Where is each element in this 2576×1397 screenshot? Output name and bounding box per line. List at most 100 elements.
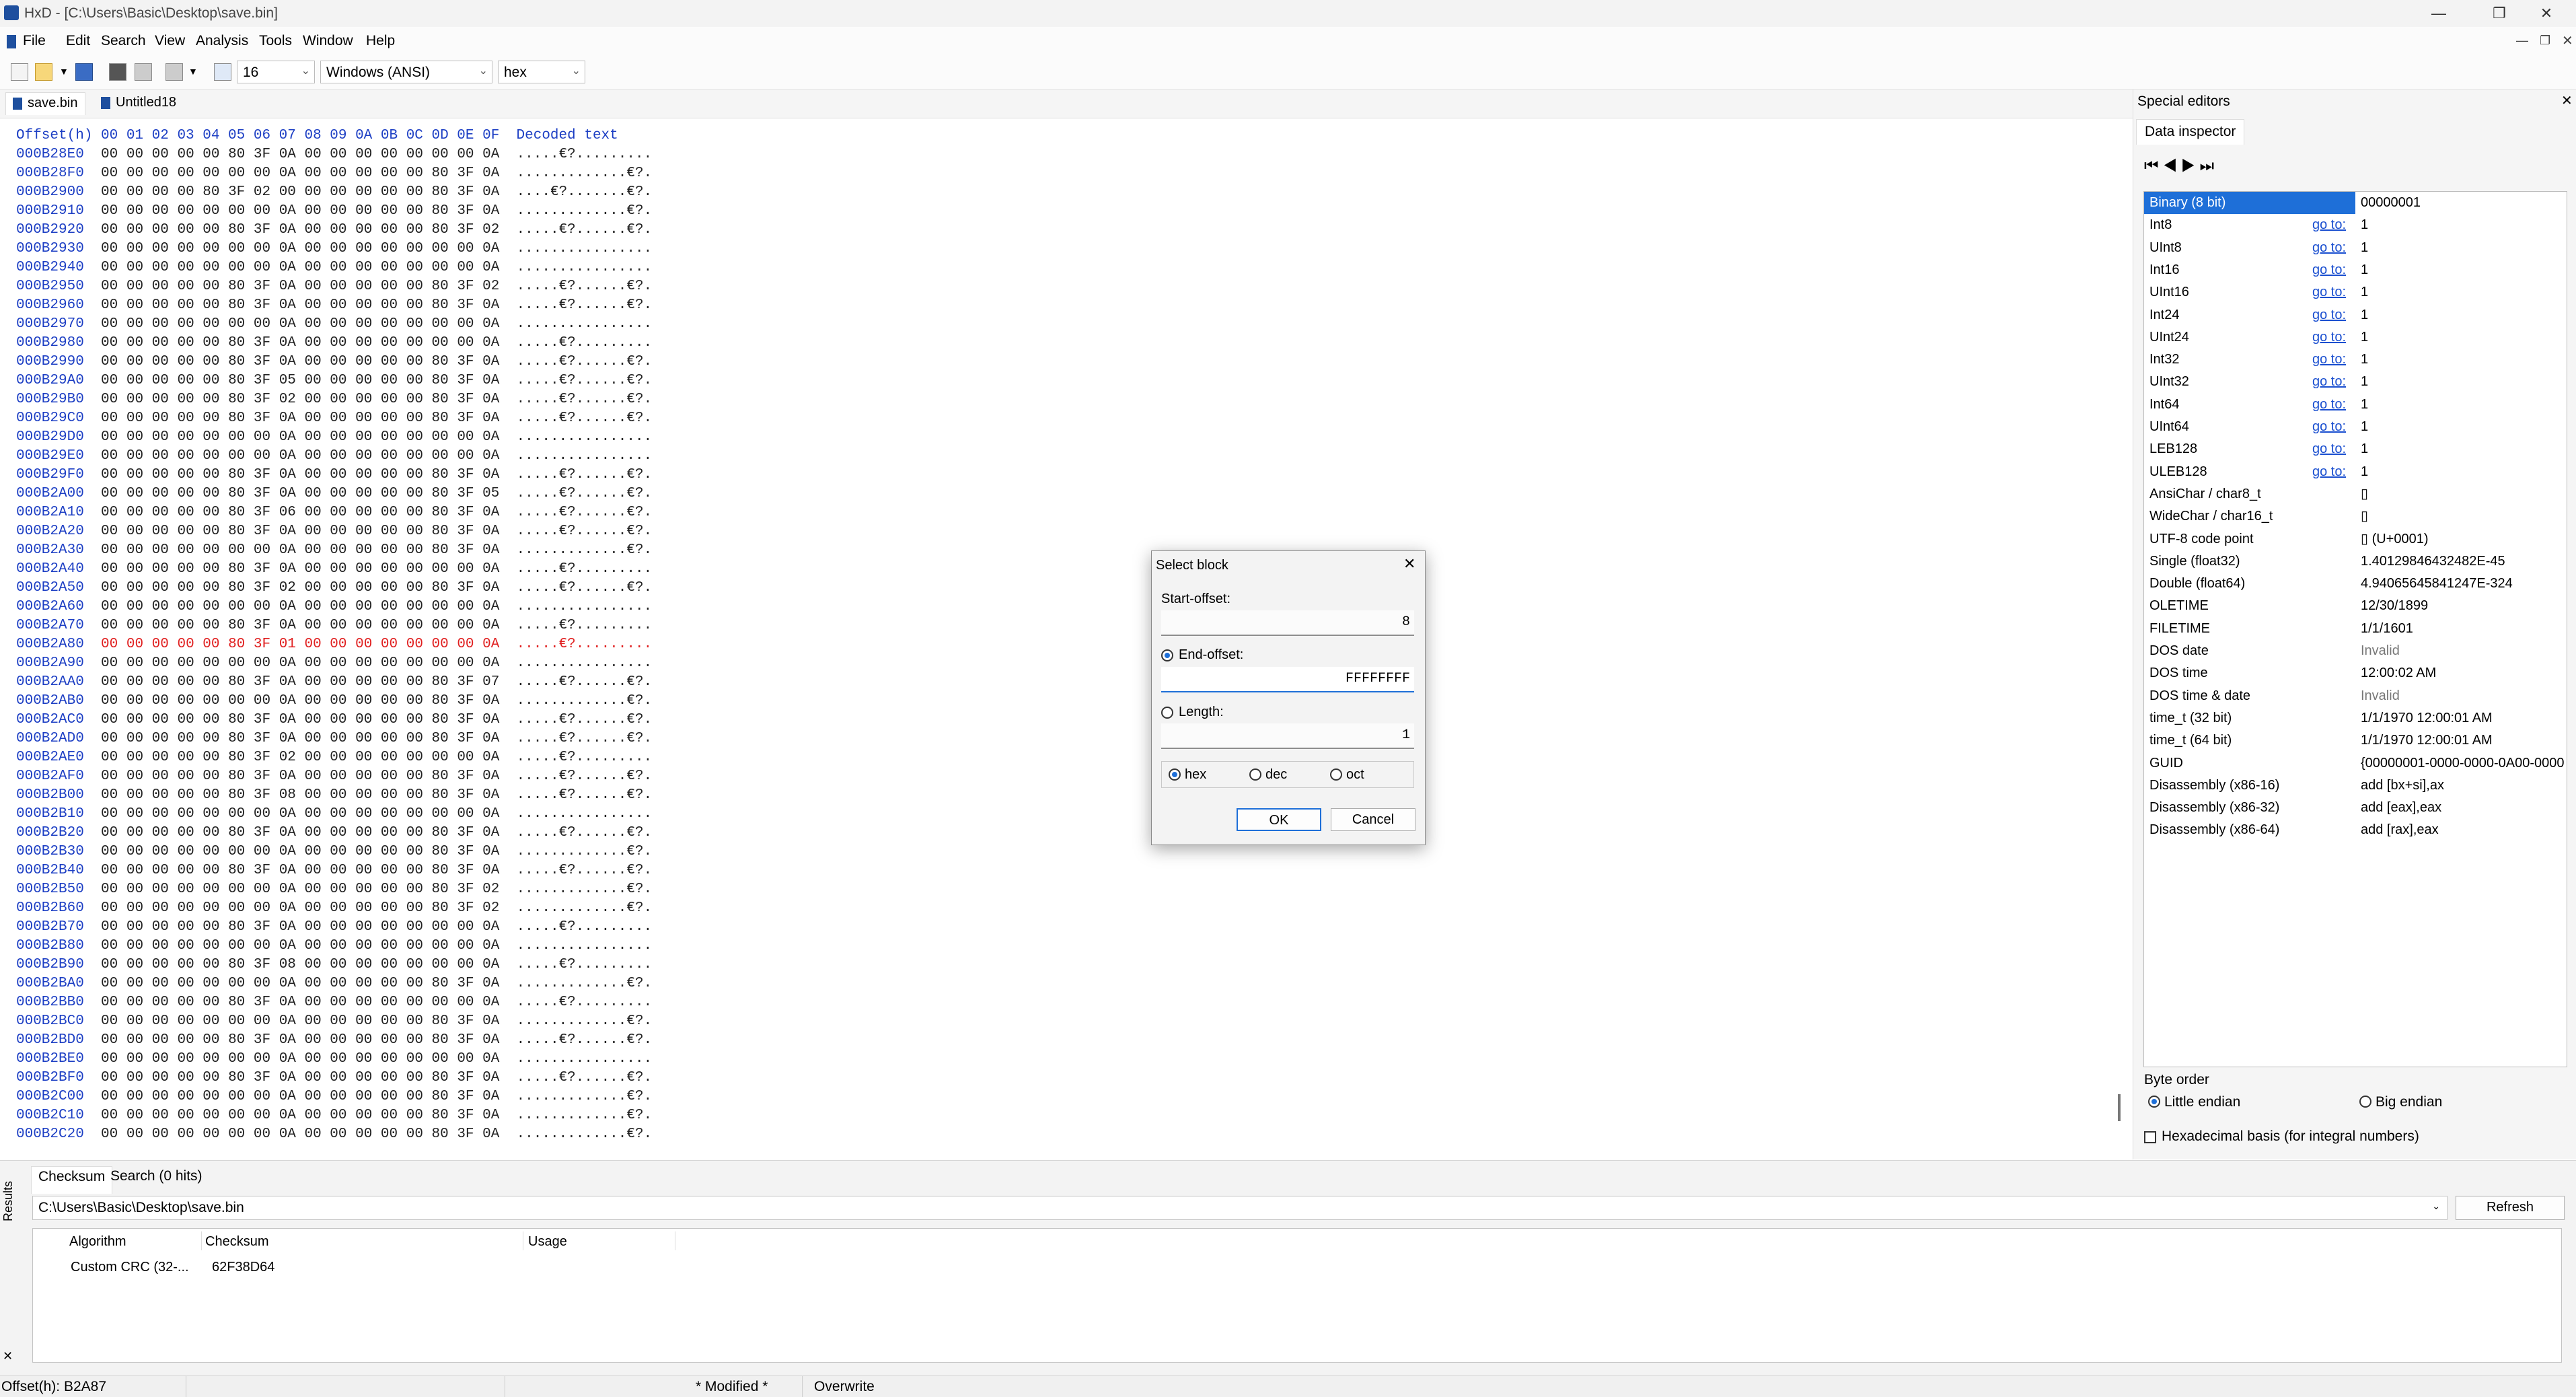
hex-row[interactable]: 000B29A0 00 00 00 00 00 80 3F 05 00 00 0… [16,371,652,390]
inspector-row[interactable]: UTF-8 code point ▯ (U+0001) [2144,528,2567,550]
close-results-icon[interactable]: ✕ [3,1349,13,1363]
inspector-row[interactable]: UInt32 go to: 1 [2144,371,2567,393]
row-bytes[interactable]: 00 00 00 00 00 00 00 0A 00 00 00 00 00 0… [101,806,499,822]
properties-icon[interactable] [165,63,183,81]
hex-row[interactable]: 000B2B90 00 00 00 00 00 80 3F 08 00 00 0… [16,956,652,974]
end-offset-radio[interactable] [1161,649,1173,661]
row-decoded-text[interactable]: .............€?. [517,203,653,219]
inspector-row[interactable]: UInt64 go to: 1 [2144,416,2567,438]
row-bytes[interactable]: 00 00 00 00 00 80 3F 0A 00 00 00 00 00 8… [101,1070,499,1085]
row-decoded-text[interactable]: ................ [517,448,653,464]
hex-row[interactable]: 000B2A50 00 00 00 00 00 80 3F 02 00 00 0… [16,579,652,598]
go-to-link[interactable]: go to: [2312,326,2346,349]
hex-row[interactable]: 000B2B10 00 00 00 00 00 00 00 0A 00 00 0… [16,805,652,824]
inspector-row[interactable]: DOS time 12:00:02 AM [2144,662,2567,684]
column-usage[interactable]: Usage [528,1234,567,1250]
inspector-value[interactable]: ▯ [2361,483,2368,505]
hex-row[interactable]: 000B2C20 00 00 00 00 00 00 00 0A 00 00 0… [16,1125,652,1144]
inspector-row[interactable]: time_t (64 bit) 1/1/1970 12:00:01 AM [2144,729,2567,752]
inspector-value[interactable]: 1 [2361,394,2368,416]
hex-row[interactable]: 000B29F0 00 00 00 00 00 80 3F 0A 00 00 0… [16,466,652,485]
hex-row[interactable]: 000B2A20 00 00 00 00 00 80 3F 0A 00 00 0… [16,522,652,541]
inspector-row[interactable]: GUID {00000001-0000-0000-0A00-0000 [2144,752,2567,775]
hex-row[interactable]: 000B2BC0 00 00 00 00 00 00 00 0A 00 00 0… [16,1012,652,1031]
inspector-value[interactable]: 1 [2361,281,2368,303]
row-decoded-text[interactable]: .............€?. [517,976,653,991]
row-bytes[interactable]: 00 00 00 00 00 80 3F 0A 00 00 00 00 00 8… [101,674,499,690]
row-decoded-text[interactable]: .....€?......€?. [517,467,653,482]
inspector-row[interactable]: FILETIME 1/1/1601 [2144,618,2567,640]
row-decoded-text[interactable]: ................ [517,260,653,275]
row-decoded-text[interactable]: ................ [517,1051,653,1067]
inspector-value[interactable]: 00000001 [2361,192,2421,214]
go-to-link[interactable]: go to: [2312,214,2346,236]
row-decoded-text[interactable]: .....€?......€?. [517,580,653,596]
new-file-icon[interactable] [11,63,28,81]
row-decoded-text[interactable]: ....€?.......€?. [517,184,653,200]
row-bytes[interactable]: 00 00 00 00 00 80 3F 0A 00 00 00 00 00 8… [101,467,499,482]
tab-data-inspector[interactable]: Data inspector [2136,119,2245,145]
row-bytes[interactable]: 00 00 00 00 00 80 3F 05 00 00 00 00 00 8… [101,373,499,388]
row-decoded-text[interactable]: .....€?......... [517,335,653,351]
row-bytes[interactable]: 00 00 00 00 00 80 3F 02 00 00 00 00 00 8… [101,392,499,407]
row-bytes[interactable]: 00 00 00 00 00 80 3F 0A 00 00 00 00 00 8… [101,712,499,727]
menu-edit[interactable]: Edit [66,33,90,49]
row-decoded-text[interactable]: ................ [517,316,653,332]
row-decoded-text[interactable]: .....€?......€?. [517,222,653,238]
row-decoded-text[interactable]: .....€?......€?. [517,768,653,784]
menu-tools[interactable]: Tools [259,33,292,49]
menu-view[interactable]: View [155,33,185,49]
row-decoded-text[interactable]: .....€?......€?. [517,279,653,294]
row-bytes[interactable]: 00 00 00 00 00 80 3F 0A 00 00 00 00 00 8… [101,524,499,539]
tab-save-bin[interactable]: save.bin [5,92,85,115]
row-bytes[interactable]: 00 00 00 00 00 80 3F 0A 00 00 00 00 00 0… [101,618,499,633]
row-decoded-text[interactable]: .............€?. [517,882,653,897]
inspector-row[interactable]: UInt16 go to: 1 [2144,281,2567,303]
row-decoded-text[interactable]: .....€?......... [517,995,653,1010]
row-bytes[interactable]: 00 00 00 00 00 80 3F 08 00 00 00 00 00 8… [101,787,499,803]
hex-row[interactable]: 000B2AC0 00 00 00 00 00 80 3F 0A 00 00 0… [16,711,652,729]
row-bytes[interactable]: 00 00 00 00 00 00 00 0A 00 00 00 00 00 0… [101,241,499,256]
row-decoded-text[interactable]: .....€?......€?. [517,1032,653,1048]
hex-editor-view[interactable]: Offset(h) 00 01 02 03 04 05 06 07 08 09 … [0,118,2126,1158]
row-bytes[interactable]: 00 00 00 00 00 80 3F 0A 00 00 00 00 00 8… [101,731,499,746]
inspector-row[interactable]: Int64 go to: 1 [2144,394,2567,416]
inspector-row[interactable]: LEB128 go to: 1 [2144,438,2567,460]
hex-row[interactable]: 000B2920 00 00 00 00 00 80 3F 0A 00 00 0… [16,221,652,240]
inspector-value[interactable]: Invalid [2361,685,2400,707]
hex-row[interactable]: 000B2BE0 00 00 00 00 00 00 00 0A 00 00 0… [16,1050,652,1069]
row-decoded-text[interactable]: .............€?. [517,693,653,709]
hex-row[interactable]: 000B2C00 00 00 00 00 00 00 00 0A 00 00 0… [16,1087,652,1106]
inspector-row[interactable]: Int32 go to: 1 [2144,349,2567,371]
row-decoded-text[interactable]: .............€?. [517,1108,653,1123]
go-to-link[interactable]: go to: [2312,416,2346,438]
hex-row[interactable]: 000B2BA0 00 00 00 00 00 00 00 0A 00 00 0… [16,974,652,993]
hex-row[interactable]: 000B2A80 00 00 00 00 00 80 3F 01 00 00 0… [16,635,652,654]
row-bytes[interactable]: 00 00 00 00 00 00 00 0A 00 00 00 00 00 8… [101,1013,499,1029]
inspector-row[interactable]: ULEB128 go to: 1 [2144,461,2567,483]
go-to-link[interactable]: go to: [2312,304,2346,326]
row-decoded-text[interactable]: ................ [517,806,653,822]
row-decoded-text[interactable]: ................ [517,429,653,445]
inspector-value[interactable]: 1 [2361,214,2368,236]
inspector-value[interactable]: ▯ [2361,505,2368,528]
row-decoded-text[interactable]: .....€?......€?. [517,825,653,840]
row-bytes[interactable]: 00 00 00 00 00 00 00 0A 00 00 00 00 00 8… [101,542,499,558]
inspector-value[interactable]: 1.40129846432482E-45 [2361,550,2505,573]
hex-row[interactable]: 000B2930 00 00 00 00 00 00 00 0A 00 00 0… [16,240,652,258]
inspector-value[interactable]: 1 [2361,461,2368,483]
chevron-down-icon[interactable]: ▼ [59,66,69,77]
big-endian-radio[interactable] [2359,1096,2371,1108]
hex-row[interactable]: 000B29C0 00 00 00 00 00 80 3F 0A 00 00 0… [16,409,652,428]
row-bytes[interactable]: 00 00 00 00 00 00 00 0A 00 00 00 00 00 8… [101,693,499,709]
inspector-value[interactable]: add [rax],eax [2361,819,2439,841]
previous-icon[interactable]: ◀ [2163,157,2181,175]
row-decoded-text[interactable]: .....€?......... [517,957,653,972]
row-bytes[interactable]: 00 00 00 00 00 00 00 0A 00 00 00 00 00 8… [101,1089,499,1104]
inspector-row[interactable]: UInt8 go to: 1 [2144,237,2567,259]
row-bytes[interactable]: 00 00 00 00 00 00 00 0A 00 00 00 00 00 0… [101,260,499,275]
inspector-row[interactable]: Binary (8 bit) 00000001 [2144,192,2567,214]
hex-row[interactable]: 000B2900 00 00 00 00 80 3F 02 00 00 00 0… [16,183,652,202]
row-bytes[interactable]: 00 00 00 00 00 00 00 0A 00 00 00 00 00 8… [101,900,499,916]
inspector-value[interactable]: 12/30/1899 [2361,595,2428,617]
